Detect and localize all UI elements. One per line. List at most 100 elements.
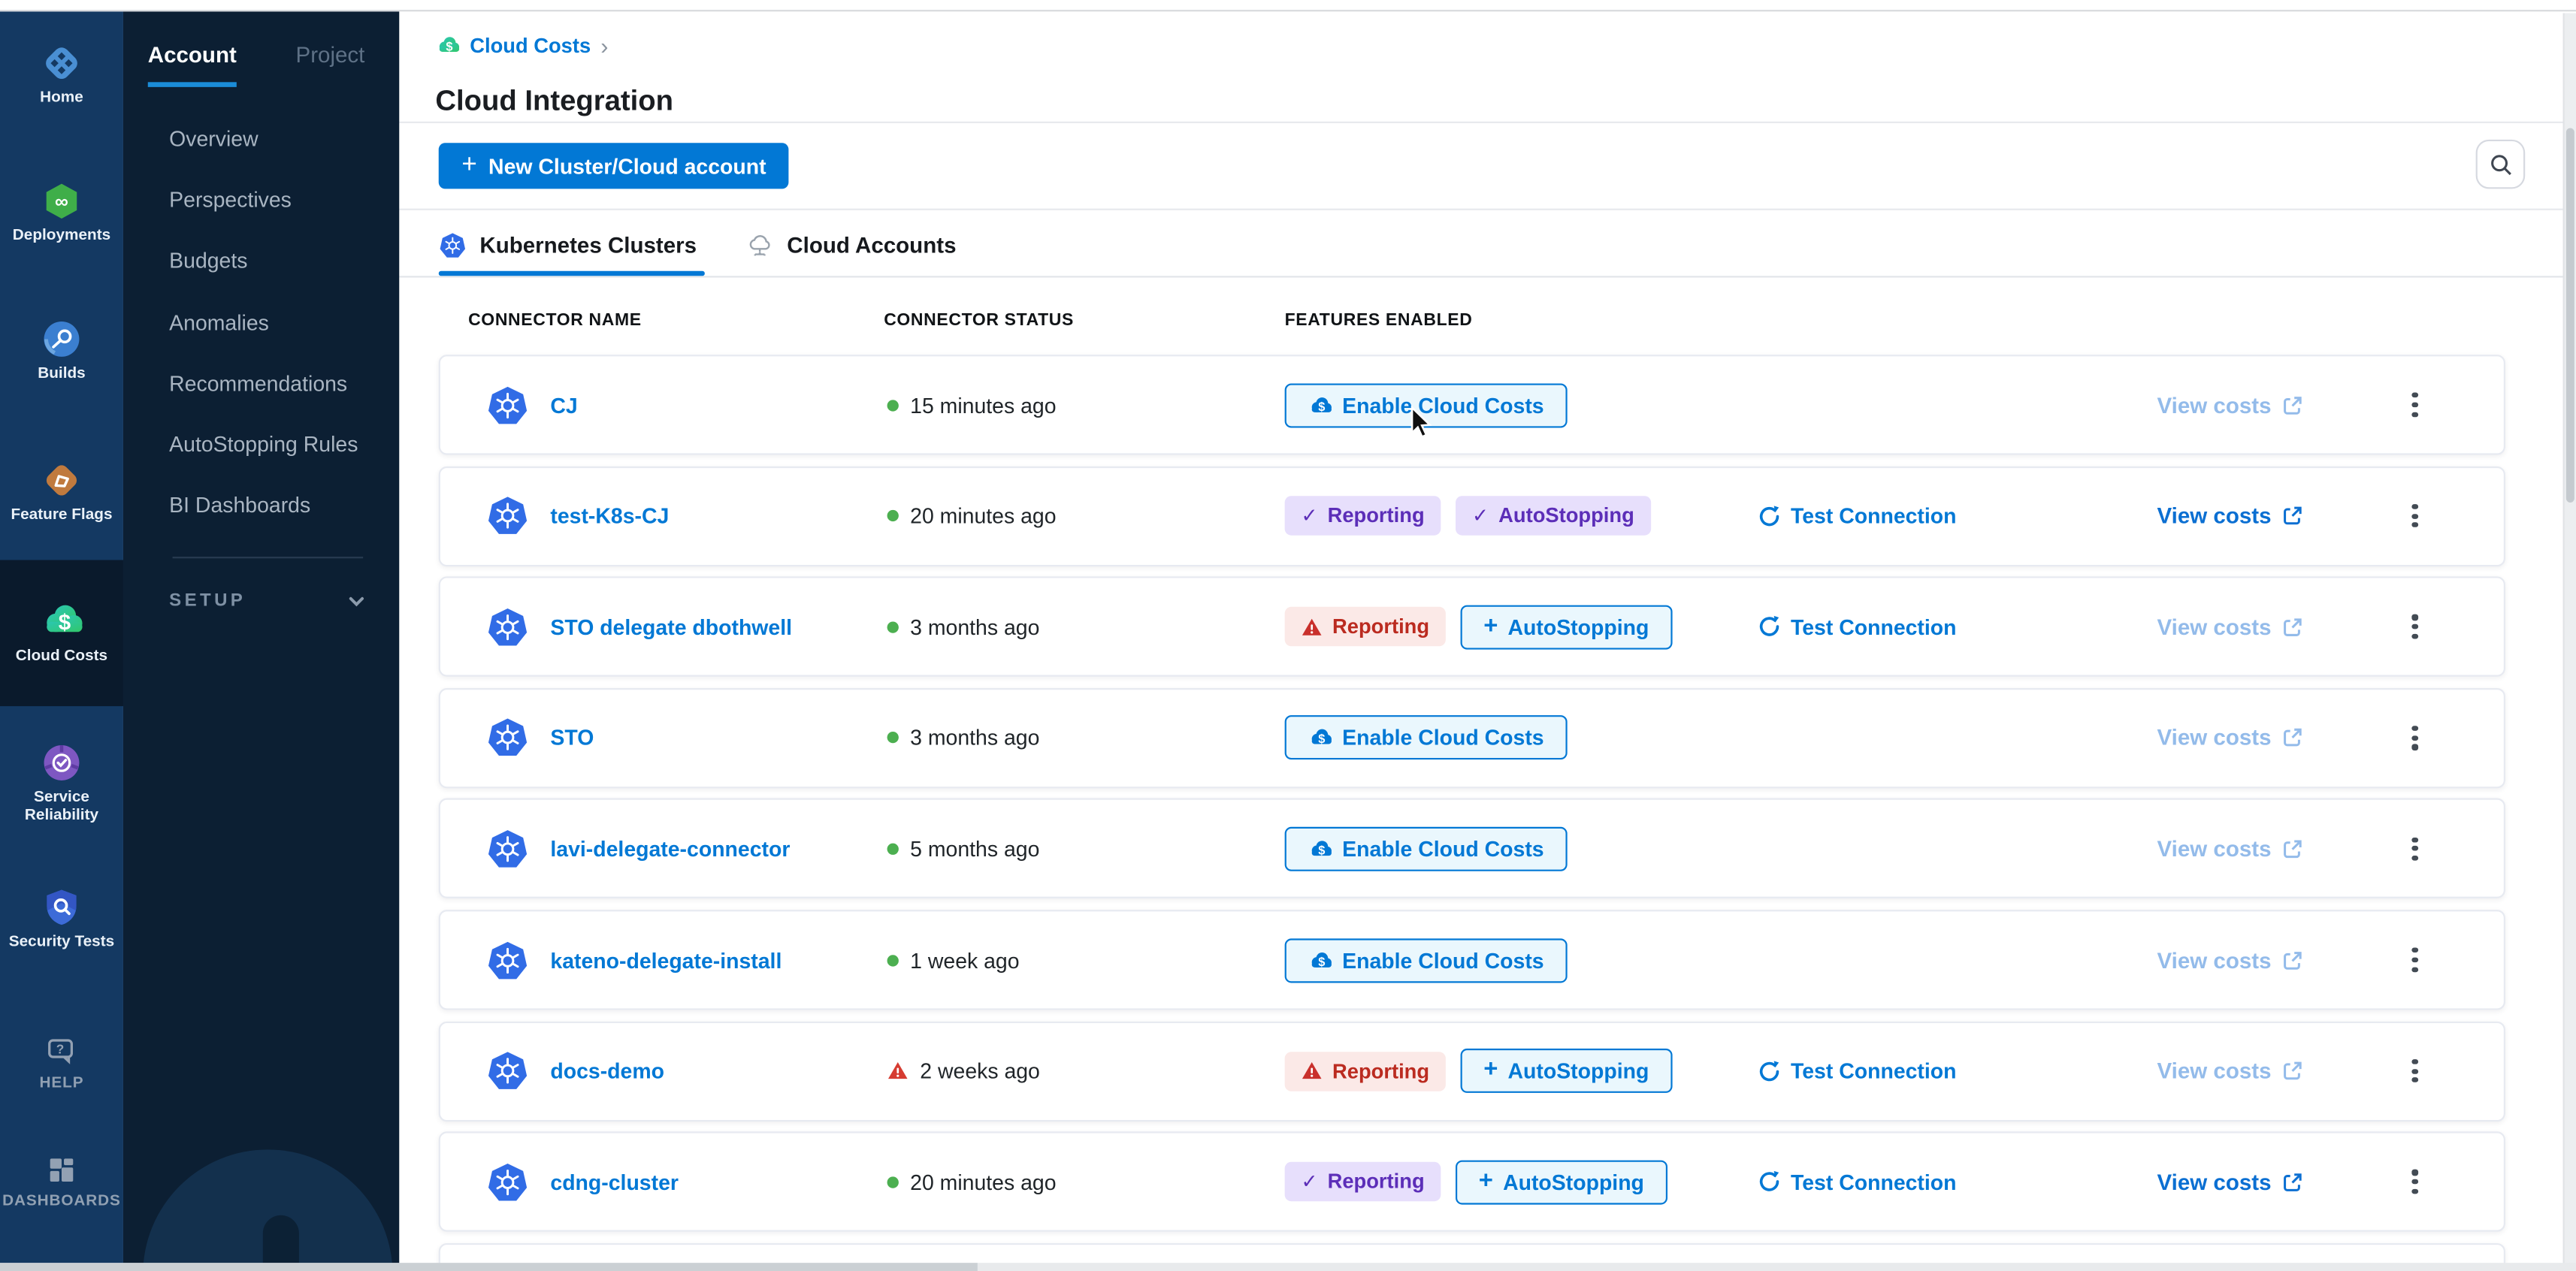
row-menu-button[interactable] [2399, 602, 2432, 652]
sidebar-item-feature-flags[interactable]: Feature Flags [0, 460, 123, 525]
tab-cloud-accounts[interactable]: Cloud Accounts [746, 231, 957, 258]
status-ok-dot [887, 954, 899, 965]
view-costs-link[interactable]: View costs [2157, 614, 2303, 639]
connector-name-link[interactable]: STO [550, 726, 594, 750]
row-menu-button[interactable] [2399, 491, 2432, 541]
row-menu-button[interactable] [2399, 380, 2432, 430]
view-costs-link[interactable]: View costs [2157, 726, 2303, 750]
sidebar-item-perspectives[interactable]: Perspectives [123, 170, 399, 231]
row-menu-button[interactable] [2399, 1158, 2432, 1207]
view-costs-link[interactable]: View costs [2157, 947, 2303, 972]
features-enabled-cell: $Enable Cloud Costs [1285, 382, 1568, 427]
row-menu-button[interactable] [2399, 935, 2432, 985]
cloud-dollar-icon: $ [0, 598, 123, 642]
view-costs-link[interactable]: View costs [2157, 1170, 2303, 1194]
sidebar-item-bi-dashboards[interactable]: BI Dashboards [123, 475, 399, 536]
check-icon: ✓ [1472, 504, 1489, 527]
sidebar-item-anomalies[interactable]: Anomalies [123, 291, 399, 352]
chevron-down-icon [346, 591, 366, 611]
horizontal-scrollbar-thumb[interactable] [0, 1263, 978, 1271]
status-ok-dot [887, 1176, 899, 1188]
view-costs-link[interactable]: View costs [2157, 503, 2303, 528]
autostopping-add-button[interactable]: +AutoStopping [1456, 1160, 1667, 1204]
svg-text:$: $ [446, 40, 452, 53]
page-title: Cloud Integration [435, 83, 673, 118]
row-menu-button[interactable] [2399, 824, 2432, 874]
external-link-icon [2281, 1171, 2302, 1192]
content-tabs: Kubernetes Clusters Cloud Accounts [439, 219, 957, 271]
plus-icon: + [461, 152, 476, 178]
enable-cloud-costs-button[interactable]: $Enable Cloud Costs [1285, 827, 1568, 871]
connector-name-link[interactable]: STO delegate dbothwell [550, 614, 792, 639]
connector-status: 5 months ago [887, 837, 1040, 862]
connector-name-link[interactable]: kateno-delegate-install [550, 947, 782, 972]
toolbar-divider [399, 209, 2576, 210]
svg-text:$: $ [1318, 844, 1325, 857]
test-connection-link[interactable]: Test Connection [1758, 614, 1956, 639]
enable-cloud-costs-button[interactable]: $Enable Cloud Costs [1285, 382, 1568, 427]
test-connection-label: Test Connection [1791, 614, 1957, 639]
sidebar-item-budgets[interactable]: Budgets [123, 231, 399, 291]
view-costs-link[interactable]: View costs [2157, 1058, 2303, 1083]
sidebar-item-service-reliability[interactable]: Service Reliability [0, 742, 123, 826]
sidebar-item-autostopping-rules[interactable]: AutoStopping Rules [123, 414, 399, 475]
view-costs-label: View costs [2157, 1058, 2272, 1083]
enable-cloud-costs-button[interactable]: $Enable Cloud Costs [1285, 937, 1568, 982]
status-error-icon [887, 1060, 909, 1081]
status-text: 5 months ago [910, 837, 1039, 862]
tabs-divider [399, 276, 2576, 277]
connector-name-link[interactable]: lavi-delegate-connector [550, 837, 790, 862]
autostopping-add-button[interactable]: +AutoStopping [1461, 605, 1672, 649]
sidebar-item-security-tests[interactable]: Security Tests [0, 887, 123, 952]
new-cluster-cloud-account-button[interactable]: + New Cluster/Cloud account [439, 143, 789, 189]
view-costs-label: View costs [2157, 947, 2272, 972]
connector-row: STO delegate dbothwell 3 months ago Repo… [439, 577, 2505, 677]
security-tests-icon [0, 887, 123, 928]
dashboards-grid-icon [0, 1153, 123, 1188]
search-button[interactable] [2476, 140, 2526, 189]
sidebar-item-home[interactable]: Home [0, 43, 123, 108]
sidebar-item-overview[interactable]: Overview [123, 108, 399, 169]
header-divider [399, 122, 2576, 123]
connector-name-link[interactable]: docs-demo [550, 1058, 664, 1083]
status-ok-dot [887, 732, 899, 744]
row-menu-button[interactable] [2399, 713, 2432, 762]
sidebar-item-help[interactable]: ? HELP [0, 1034, 123, 1094]
sidebar-item-builds[interactable]: Builds [0, 319, 123, 384]
test-connection-label: Test Connection [1791, 503, 1957, 528]
row-menu-button[interactable] [2399, 1046, 2432, 1096]
view-costs-link[interactable]: View costs [2157, 393, 2303, 418]
test-connection-link[interactable]: Test Connection [1758, 1058, 1956, 1083]
test-connection-link[interactable]: Test Connection [1758, 1170, 1956, 1194]
tab-kubernetes-clusters[interactable]: Kubernetes Clusters [439, 231, 697, 258]
vertical-scrollbar[interactable] [2563, 13, 2576, 1271]
view-costs-label: View costs [2157, 726, 2272, 750]
sidebar-item-cloud-costs[interactable]: $ Cloud Costs [0, 560, 123, 707]
reporting-error-badge: Reporting [1285, 1051, 1446, 1090]
sidebar-item-deployments[interactable]: ∞ Deployments [0, 180, 123, 246]
vertical-scrollbar-thumb[interactable] [2566, 128, 2574, 503]
view-costs-link[interactable]: View costs [2157, 837, 2303, 862]
connector-row: docs-demo 2 weeks ago Reporting+AutoStop… [439, 1021, 2505, 1121]
status-ok-dot [887, 843, 899, 854]
connector-status: 3 months ago [887, 726, 1040, 750]
sidebar-item-dashboards[interactable]: DASHBOARDS [0, 1153, 123, 1212]
connector-name-link[interactable]: CJ [550, 393, 577, 418]
view-costs-label: View costs [2157, 393, 2272, 418]
autostopping-add-button[interactable]: +AutoStopping [1461, 1049, 1672, 1093]
connector-name-link[interactable]: cdng-cluster [550, 1170, 679, 1194]
enable-cloud-costs-button[interactable]: $Enable Cloud Costs [1285, 716, 1568, 760]
features-enabled-cell: ✓Reporting✓AutoStopping [1285, 496, 1651, 535]
horizontal-scrollbar[interactable] [0, 1263, 2576, 1271]
test-connection-link[interactable]: Test Connection [1758, 503, 1956, 528]
external-link-icon [2281, 727, 2302, 748]
tab-project[interactable]: Project [296, 43, 365, 68]
connector-name-link[interactable]: test-K8s-CJ [550, 503, 669, 528]
setup-section-toggle[interactable]: SETUP [169, 581, 366, 620]
kubernetes-icon [486, 938, 529, 981]
sidebar-item-recommendations[interactable]: Recommendations [123, 352, 399, 413]
tab-account[interactable]: Account [148, 43, 237, 87]
breadcrumb-cloud-costs-link[interactable]: Cloud Costs [470, 34, 591, 57]
service-reliability-icon [0, 742, 123, 783]
status-ok-dot [887, 399, 899, 410]
